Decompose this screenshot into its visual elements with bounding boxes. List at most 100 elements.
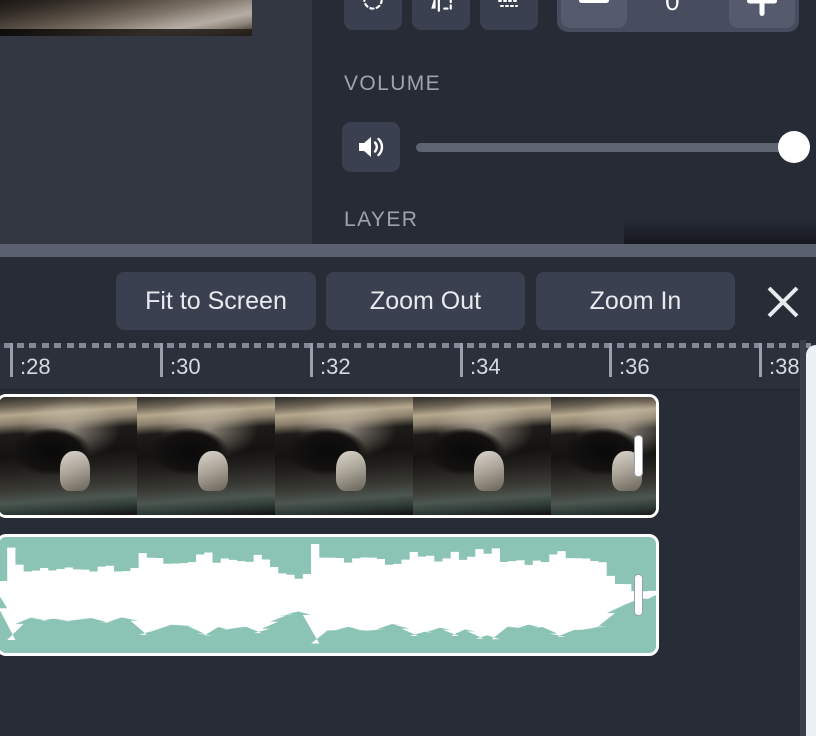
timeline-ruler[interactable]: :28:30:32:34:36:38: [0, 343, 816, 390]
rotation-increase-button[interactable]: [729, 0, 795, 28]
ruler-minor-tick: [629, 343, 636, 348]
audio-clip-trim-handle[interactable]: [634, 574, 643, 616]
ruler-minor-tick: [292, 343, 299, 348]
zoom-out-button[interactable]: Zoom Out: [326, 272, 525, 330]
plus-icon: [747, 0, 777, 16]
video-thumbnail-strip: [0, 397, 656, 515]
ruler-minor-tick: [742, 343, 749, 348]
ruler-minor-tick: [179, 343, 186, 348]
ruler-minor-tick: [617, 343, 624, 348]
speaker-icon-button[interactable]: [342, 122, 400, 172]
ruler-time-label: :30: [170, 354, 201, 380]
ruler-minor-tick: [167, 343, 174, 348]
ruler-minor-tick: [492, 343, 499, 348]
ruler-minor-tick: [692, 343, 699, 348]
ruler-minor-tick: [204, 343, 211, 348]
audio-clip[interactable]: [0, 534, 659, 656]
ruler-minor-tick: [779, 343, 786, 348]
ruler-minor-tick: [567, 343, 574, 348]
ruler-minor-tick: [17, 343, 24, 348]
ruler-minor-tick: [479, 343, 486, 348]
crop-icon: [495, 0, 523, 12]
ruler-minor-tick: [42, 343, 49, 348]
ruler-minor-tick: [29, 343, 36, 348]
ruler-minor-tick: [679, 343, 686, 348]
video-preview[interactable]: [0, 0, 252, 36]
video-thumbnail: [413, 397, 551, 515]
ruler-minor-tick: [542, 343, 549, 348]
ruler-minor-tick: [67, 343, 74, 348]
ruler-major-tick: [759, 343, 762, 377]
ruler-minor-tick: [279, 343, 286, 348]
ruler-minor-tick: [529, 343, 536, 348]
ruler-minor-tick: [104, 343, 111, 348]
ruler-minor-tick: [792, 343, 799, 348]
ruler-major-tick: [10, 343, 13, 377]
audio-waveform: [0, 537, 656, 653]
layer-section-label: LAYER: [344, 208, 418, 232]
ruler-minor-tick: [367, 343, 374, 348]
ruler-minor-tick: [79, 343, 86, 348]
video-thumbnail: [137, 397, 275, 515]
crop-icon-button[interactable]: [480, 0, 538, 30]
ruler-major-tick: [310, 343, 313, 377]
ruler-minor-tick: [254, 343, 261, 348]
close-icon: [764, 283, 802, 321]
ruler-minor-tick: [654, 343, 661, 348]
rotation-value: 0°: [665, 0, 691, 17]
video-clip[interactable]: [0, 394, 659, 518]
ruler-minor-tick: [217, 343, 224, 348]
ruler-minor-tick: [667, 343, 674, 348]
right-side-panel[interactable]: [806, 345, 816, 736]
rotation-stepper: 0°: [557, 0, 799, 32]
ruler-minor-tick: [342, 343, 349, 348]
transform-tool-row: [344, 0, 538, 30]
fit-to-screen-button[interactable]: Fit to Screen: [116, 272, 316, 330]
timeline-panel: Fit to Screen Zoom Out Zoom In :28:30:32…: [0, 257, 816, 736]
ruler-major-tick: [160, 343, 163, 377]
ruler-minor-tick: [142, 343, 149, 348]
ruler-minor-tick: [417, 343, 424, 348]
timeline-tracks: [0, 390, 816, 736]
video-editor-app: 0° VOLUME LAYER: [0, 0, 816, 736]
ruler-minor-tick: [504, 343, 511, 348]
flip-horizontal-icon: [428, 0, 454, 14]
rotate-icon: [360, 0, 386, 14]
ruler-minor-tick: [767, 343, 774, 348]
ruler-minor-tick: [642, 343, 649, 348]
video-clip-trim-handle[interactable]: [634, 435, 643, 477]
ruler-minor-tick: [429, 343, 436, 348]
ruler-minor-tick: [242, 343, 249, 348]
flip-horizontal-icon-button[interactable]: [412, 0, 470, 30]
ruler-minor-tick: [392, 343, 399, 348]
ruler-minor-tick: [467, 343, 474, 348]
rotate-icon-button[interactable]: [344, 0, 402, 30]
ruler-minor-tick: [92, 343, 99, 348]
ruler-minor-tick: [554, 343, 561, 348]
waveform-path: [0, 544, 656, 644]
panel-bottom-fade: [624, 218, 816, 244]
minus-icon: [579, 0, 609, 4]
ruler-minor-tick: [54, 343, 61, 348]
panel-resize-divider[interactable]: [0, 244, 816, 257]
ruler-time-label: :28: [20, 354, 51, 380]
ruler-time-label: :38: [769, 354, 800, 380]
volume-slider-knob[interactable]: [778, 131, 810, 163]
ruler-minor-tick: [442, 343, 449, 348]
ruler-minor-tick: [329, 343, 336, 348]
ruler-major-tick: [609, 343, 612, 377]
ruler-minor-tick: [517, 343, 524, 348]
ruler-minor-tick: [129, 343, 136, 348]
video-thumbnail: [275, 397, 413, 515]
zoom-in-button[interactable]: Zoom In: [536, 272, 735, 330]
close-timeline-button[interactable]: [763, 282, 803, 322]
ruler-time-label: :36: [619, 354, 650, 380]
editor-top-section: 0° VOLUME LAYER: [0, 0, 816, 244]
rotation-decrease-button[interactable]: [561, 0, 627, 28]
ruler-minor-tick: [192, 343, 199, 348]
ruler-minor-tick: [592, 343, 599, 348]
ruler-minor-tick: [704, 343, 711, 348]
volume-slider[interactable]: [416, 129, 806, 165]
ruler-minor-tick: [729, 343, 736, 348]
ruler-minor-tick: [717, 343, 724, 348]
